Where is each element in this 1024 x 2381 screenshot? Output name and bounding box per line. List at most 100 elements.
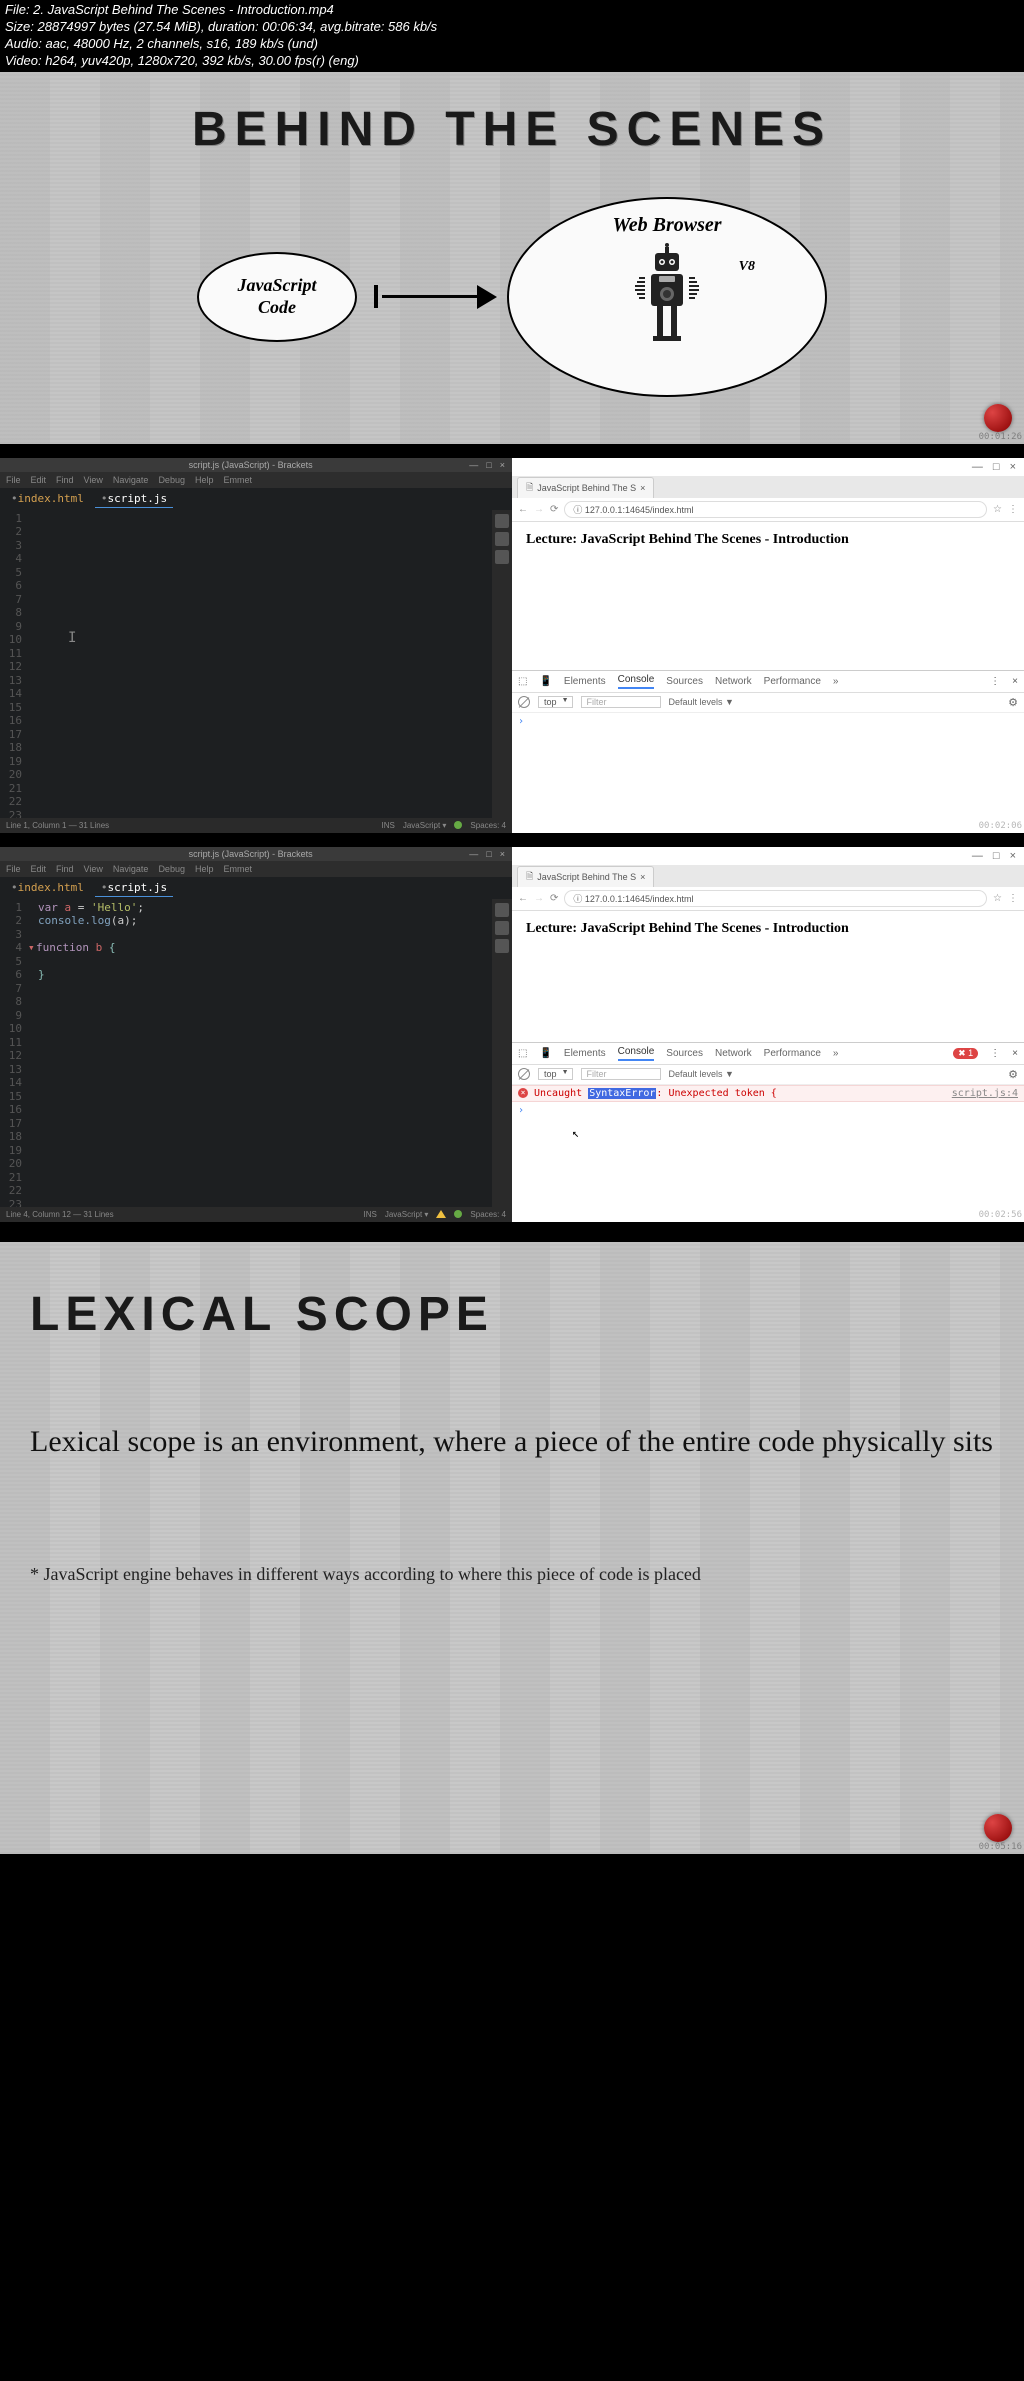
menu-file[interactable]: File	[6, 864, 21, 874]
forward-icon[interactable]: →	[534, 504, 544, 515]
menu-find[interactable]: Find	[56, 864, 74, 874]
tab-console[interactable]: Console	[618, 1046, 655, 1061]
url-input[interactable]: ⓘ 127.0.0.1:14645/index.html	[564, 890, 987, 907]
code-area[interactable]: I	[28, 510, 492, 818]
sidebar-icon[interactable]	[495, 939, 509, 953]
menu-view[interactable]: View	[84, 475, 103, 485]
console-output[interactable]: ›	[512, 713, 1024, 833]
close-tab-icon[interactable]: ×	[640, 483, 645, 493]
tab-elements[interactable]: Elements	[564, 676, 606, 687]
menu-file[interactable]: File	[6, 475, 21, 485]
forward-icon[interactable]: →	[534, 893, 544, 904]
tab-script-js[interactable]: •script.js	[95, 879, 173, 897]
inspect-icon[interactable]: ⬚	[518, 1048, 527, 1059]
editor-menu[interactable]: File Edit Find View Navigate Debug Help …	[0, 472, 512, 488]
window-controls[interactable]: —□×	[469, 849, 510, 859]
menu-help[interactable]: Help	[195, 475, 214, 485]
editor-body[interactable]: 1234567891011121314151617181920212223242…	[0, 510, 512, 818]
star-icon[interactable]: ☆	[993, 504, 1002, 515]
window-controls[interactable]: —□×	[469, 460, 510, 470]
clear-console-icon[interactable]	[518, 696, 530, 708]
file-size-line: Size: 28874997 bytes (27.54 MiB), durati…	[5, 19, 1019, 36]
tab-network[interactable]: Network	[715, 676, 752, 687]
tab-performance[interactable]: Performance	[764, 676, 821, 687]
tab-index-html[interactable]: •index.html	[5, 490, 90, 508]
live-preview-icon[interactable]	[495, 514, 509, 528]
menu-navigate[interactable]: Navigate	[113, 864, 149, 874]
menu-icon[interactable]: ⋮	[1008, 504, 1018, 515]
error-location-link[interactable]: script.js:4	[952, 1088, 1018, 1099]
extension-icon[interactable]	[495, 532, 509, 546]
tab-console[interactable]: Console	[618, 674, 655, 689]
settings-icon[interactable]: ⚙	[1008, 1068, 1018, 1081]
menu-debug[interactable]: Debug	[158, 475, 185, 485]
devtools-close-icon[interactable]: ×	[1012, 1048, 1018, 1059]
editor-menu[interactable]: File Edit Find View Navigate Debug Help …	[0, 861, 512, 877]
tab-script-js[interactable]: •script.js	[95, 490, 173, 508]
inspect-icon[interactable]: ⬚	[518, 676, 527, 687]
device-icon[interactable]: 📱	[539, 676, 551, 687]
reload-icon[interactable]: ⟳	[550, 504, 558, 515]
editor-body[interactable]: 1234567891011121314151617181920212223242…	[0, 899, 512, 1207]
file-info-header: File: 2. JavaScript Behind The Scenes - …	[0, 0, 1024, 72]
menu-emmet[interactable]: Emmet	[223, 864, 252, 874]
filter-input[interactable]: Filter	[581, 1068, 661, 1080]
live-preview-icon[interactable]	[495, 903, 509, 917]
lexical-note: * JavaScript engine behaves in different…	[30, 1562, 994, 1587]
back-icon[interactable]: ←	[518, 893, 528, 904]
settings-icon[interactable]: ⚙	[1008, 696, 1018, 709]
star-icon[interactable]: ☆	[993, 893, 1002, 904]
console-error-row[interactable]: × Uncaught SyntaxError: Unexpected token…	[512, 1085, 1024, 1102]
tab-more[interactable]: »	[833, 1048, 839, 1059]
web-browser-window: —□× 🗎 JavaScript Behind The S × ← → ⟳ ⓘ …	[512, 458, 1024, 833]
warning-icon[interactable]	[436, 1210, 446, 1218]
context-selector[interactable]: top	[538, 696, 573, 708]
tab-network[interactable]: Network	[715, 1048, 752, 1059]
v8-label: V8	[739, 259, 755, 275]
menu-find[interactable]: Find	[56, 475, 74, 485]
browser-tab[interactable]: 🗎 JavaScript Behind The S ×	[517, 866, 654, 887]
status-ok-icon	[454, 821, 462, 829]
devtools-menu-icon[interactable]: ⋮	[990, 676, 1000, 687]
timestamp: 00:02:06	[979, 821, 1022, 831]
tab-index-html[interactable]: •index.html	[5, 879, 90, 897]
menu-icon[interactable]: ⋮	[1008, 893, 1018, 904]
devtools-close-icon[interactable]: ×	[1012, 676, 1018, 687]
separator	[0, 444, 1024, 458]
close-tab-icon[interactable]: ×	[640, 872, 645, 882]
menu-navigate[interactable]: Navigate	[113, 475, 149, 485]
menu-view[interactable]: View	[84, 864, 103, 874]
device-icon[interactable]: 📱	[539, 1048, 551, 1059]
tab-more[interactable]: »	[833, 676, 839, 687]
console-output[interactable]: › ↖	[512, 1102, 1024, 1222]
menu-debug[interactable]: Debug	[158, 864, 185, 874]
error-count-badge: ✖ 1	[953, 1048, 978, 1059]
browser-tab[interactable]: 🗎 JavaScript Behind The S ×	[517, 477, 654, 498]
extension-icon[interactable]	[495, 921, 509, 935]
log-levels[interactable]: Default levels ▼	[669, 1069, 734, 1079]
menu-emmet[interactable]: Emmet	[223, 475, 252, 485]
filter-input[interactable]: Filter	[581, 696, 661, 708]
sidebar-icon[interactable]	[495, 550, 509, 564]
tab-sources[interactable]: Sources	[666, 676, 703, 687]
line-gutter: 1234567891011121314151617181920212223242…	[0, 510, 28, 818]
browser-window-controls[interactable]: —□×	[512, 847, 1024, 865]
context-selector[interactable]: top	[538, 1068, 573, 1080]
menu-edit[interactable]: Edit	[31, 475, 47, 485]
reload-icon[interactable]: ⟳	[550, 893, 558, 904]
tab-performance[interactable]: Performance	[764, 1048, 821, 1059]
log-levels[interactable]: Default levels ▼	[669, 697, 734, 707]
editor-statusbar: Line 4, Column 12 — 31 Lines INS JavaScr…	[0, 1207, 512, 1222]
code-area[interactable]: var a = 'Hello'; console.log(a); ▾functi…	[28, 899, 492, 1207]
clear-console-icon[interactable]	[518, 1068, 530, 1080]
tab-sources[interactable]: Sources	[666, 1048, 703, 1059]
menu-edit[interactable]: Edit	[31, 864, 47, 874]
menu-help[interactable]: Help	[195, 864, 214, 874]
browser-window-controls[interactable]: —□×	[512, 458, 1024, 476]
back-icon[interactable]: ←	[518, 504, 528, 515]
slide-title: BEHIND THE SCENES	[20, 102, 1004, 157]
url-input[interactable]: ⓘ 127.0.0.1:14645/index.html	[564, 501, 987, 518]
devtools-menu-icon[interactable]: ⋮	[990, 1048, 1000, 1059]
devtools-panel: ⬚ 📱 Elements Console Sources Network Per…	[512, 1042, 1024, 1222]
tab-elements[interactable]: Elements	[564, 1048, 606, 1059]
